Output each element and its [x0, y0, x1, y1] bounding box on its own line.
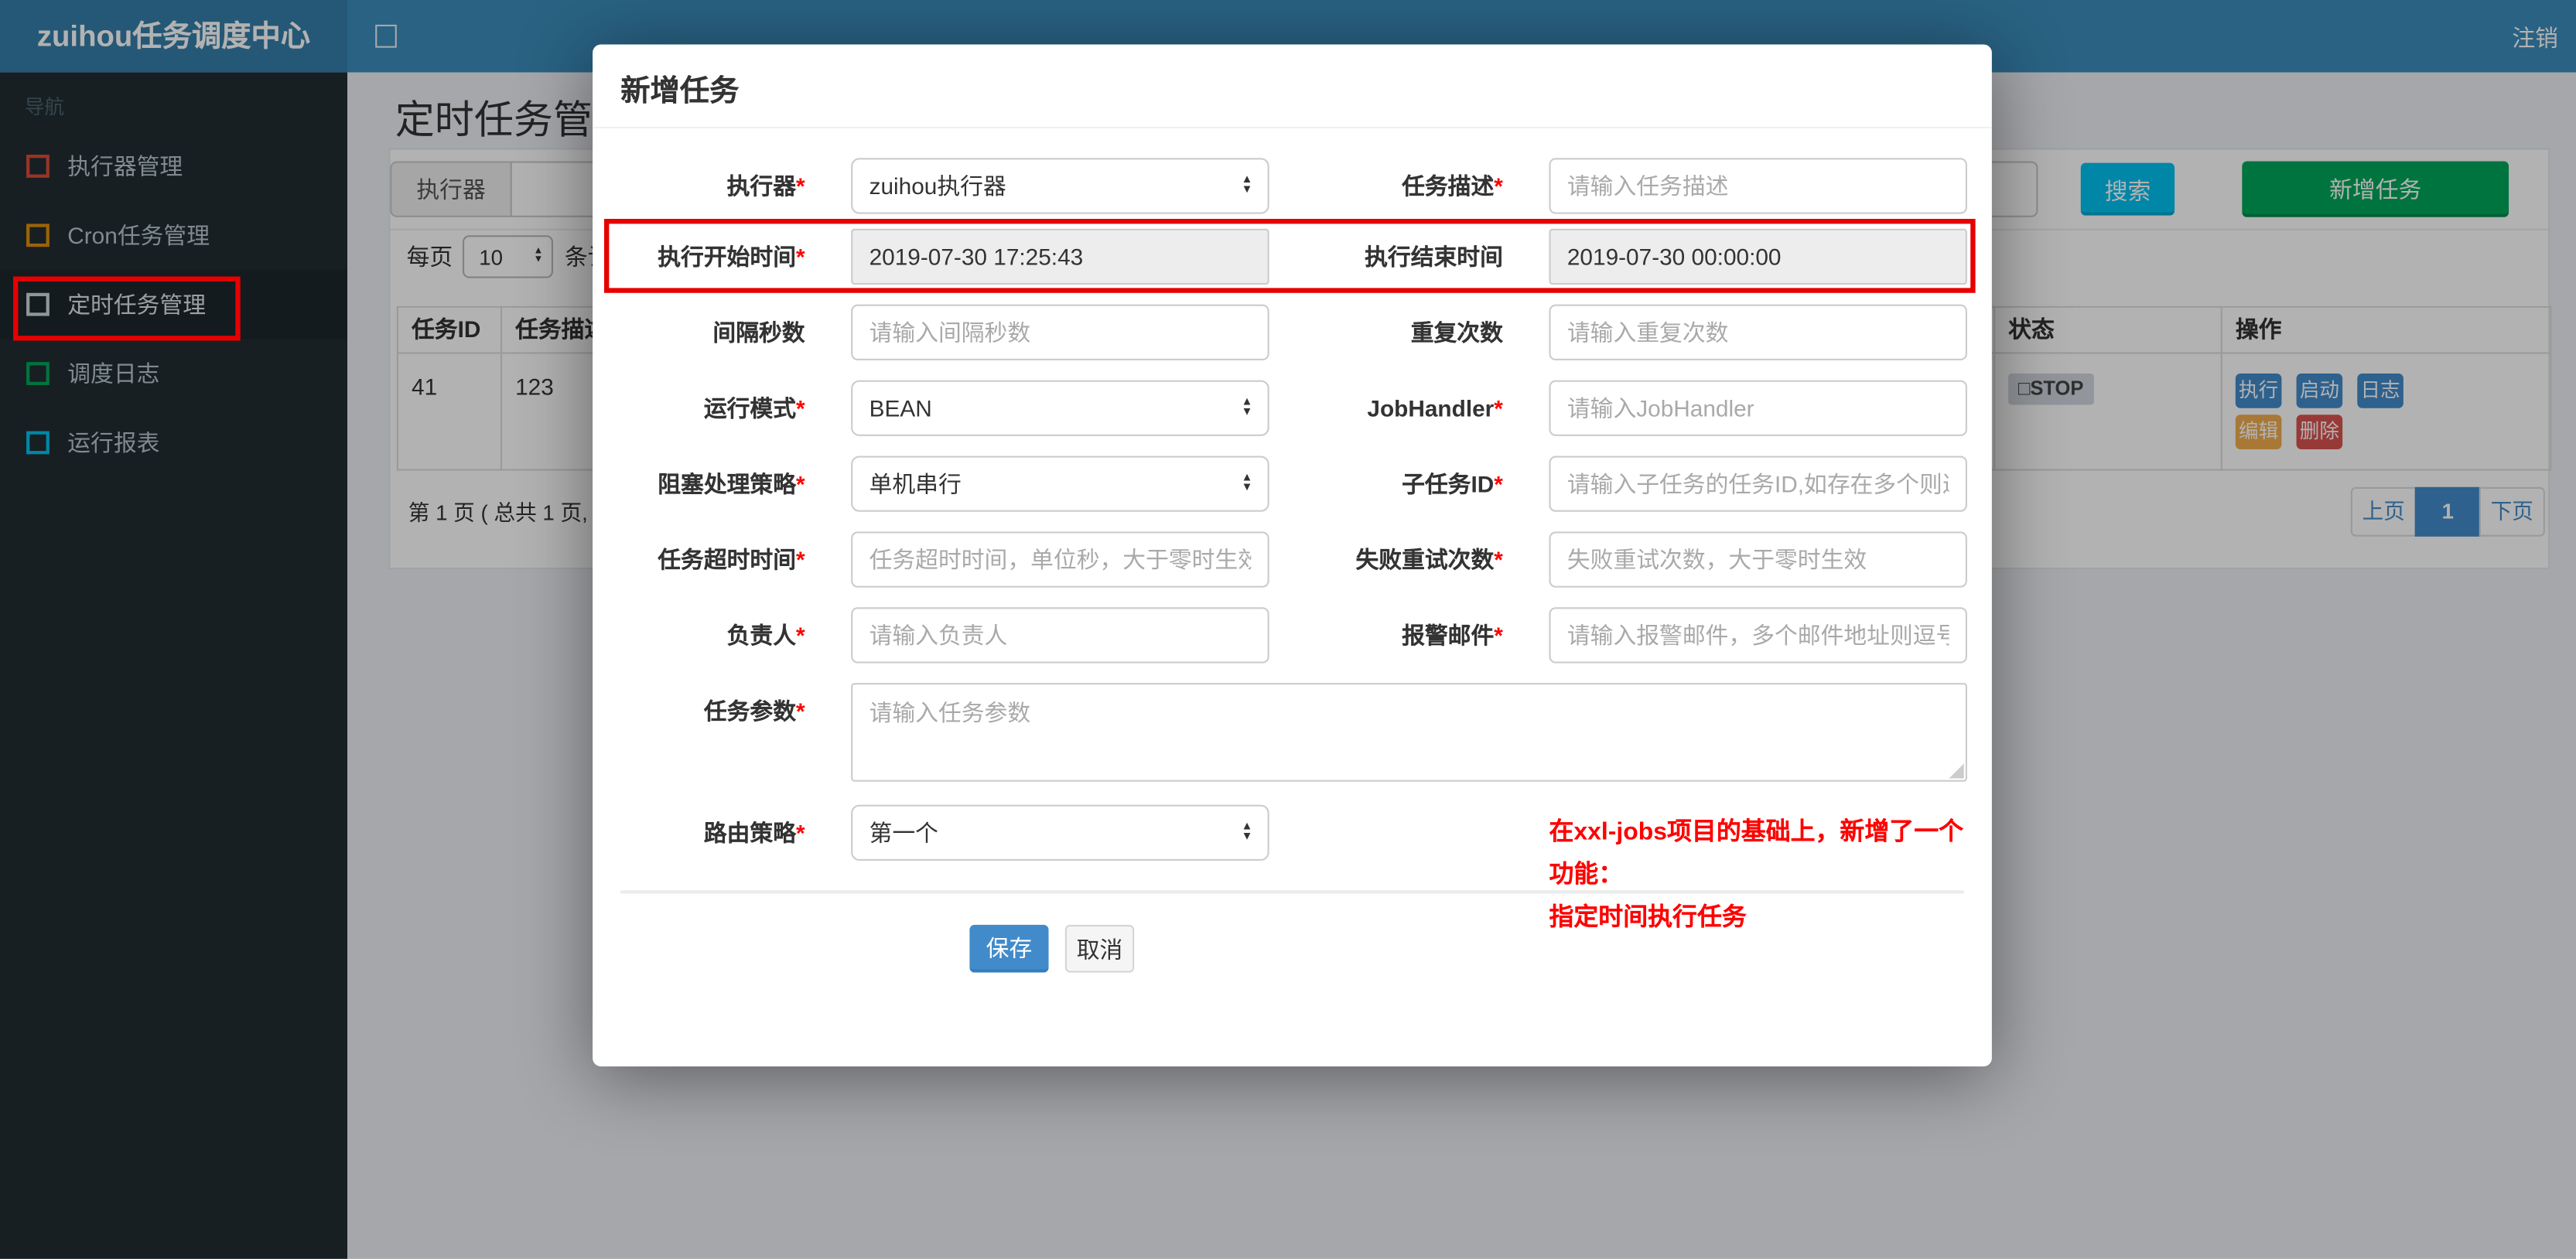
- modal-footer-divider: [620, 890, 1964, 894]
- author-input[interactable]: [851, 607, 1269, 664]
- start-time-input[interactable]: [851, 228, 1269, 285]
- interval-label: 间隔秒数: [712, 319, 805, 346]
- feature-note-line2: 指定时间执行任务: [1549, 903, 1747, 932]
- executor-select[interactable]: zuihou执行器 ▲ ▼: [851, 158, 1269, 214]
- interval-input[interactable]: [851, 304, 1269, 361]
- fail-retry-label: 失败重试次数*: [1355, 546, 1503, 573]
- job-handler-label: JobHandler*: [1367, 394, 1503, 421]
- select-caret-icon: ▲ ▼: [1241, 396, 1253, 418]
- end-time-label: 执行结束时间: [1365, 243, 1503, 270]
- save-button[interactable]: 保存: [969, 924, 1049, 973]
- block-strategy-label: 阻塞处理策略*: [658, 470, 805, 497]
- app-stage: zuihou任务调度中心 注销 导航 执行器管理 Cron任务管理 定时任务管理…: [0, 0, 2576, 1259]
- route-strategy-label: 路由策略*: [703, 819, 805, 846]
- glue-type-select[interactable]: BEAN ▲ ▼: [851, 380, 1269, 436]
- job-param-label: 任务参数*: [703, 698, 805, 725]
- repeat-count-label: 重复次数: [1410, 319, 1503, 346]
- resize-handle-icon[interactable]: [1949, 763, 1964, 779]
- route-strategy-select[interactable]: 第一个 ▲ ▼: [851, 804, 1269, 861]
- select-caret-icon: ▲ ▼: [1241, 472, 1253, 494]
- block-strategy-select[interactable]: 单机串行 ▲ ▼: [851, 455, 1269, 512]
- add-task-modal: 新增任务 执行器* zuihou执行器 ▲▼ 任务描述* 执行开始时间* 执行结…: [593, 44, 1992, 1066]
- job-desc-label: 任务描述*: [1402, 172, 1503, 200]
- job-desc-input[interactable]: [1549, 158, 1967, 214]
- timeout-input[interactable]: [851, 531, 1269, 588]
- executor-label: 执行器*: [726, 172, 805, 200]
- fail-retry-input[interactable]: [1549, 531, 1967, 588]
- modal-header-divider: [593, 126, 1992, 128]
- feature-note-line1: 在xxl-jobs项目的基础上，新增了一个功能：: [1549, 817, 1964, 889]
- cancel-button[interactable]: 取消: [1064, 924, 1135, 973]
- repeat-count-input[interactable]: [1549, 304, 1967, 361]
- author-label: 负责人*: [726, 622, 805, 649]
- timeout-label: 任务超时时间*: [658, 546, 805, 573]
- select-caret-icon: ▲ ▼: [1241, 821, 1253, 843]
- child-job-id-input[interactable]: [1549, 455, 1967, 512]
- alarm-email-input[interactable]: [1549, 607, 1967, 664]
- glue-type-label: 运行模式*: [703, 394, 805, 421]
- alarm-email-label: 报警邮件*: [1402, 622, 1503, 649]
- feature-note: 在xxl-jobs项目的基础上，新增了一个功能： 指定时间执行任务: [1549, 811, 1980, 940]
- job-handler-input[interactable]: [1549, 380, 1967, 436]
- child-job-id-label: 子任务ID*: [1402, 470, 1503, 497]
- modal-title: 新增任务: [620, 73, 740, 107]
- select-caret-icon: ▲ ▼: [1241, 174, 1253, 196]
- end-time-input[interactable]: [1549, 228, 1967, 285]
- start-time-label: 执行开始时间*: [658, 243, 805, 270]
- job-param-textarea[interactable]: [851, 683, 1967, 782]
